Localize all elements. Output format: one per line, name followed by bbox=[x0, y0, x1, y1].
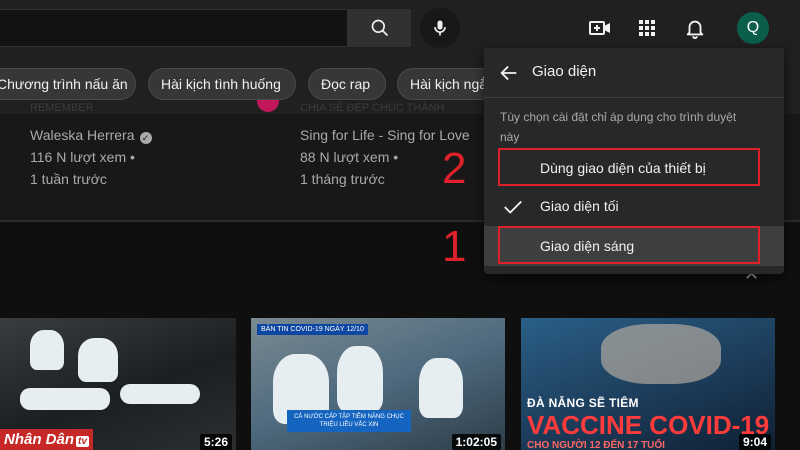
thumbnail-figure bbox=[601, 324, 721, 384]
chip-sitcoms[interactable]: Hài kịch tình huống bbox=[148, 68, 296, 100]
cut-off-title: REMEMBER bbox=[30, 102, 94, 114]
bell-icon bbox=[686, 20, 704, 39]
video-duration: 5:26 bbox=[199, 434, 232, 450]
highlight-box-step-2 bbox=[498, 148, 760, 186]
video-duration: 1:02:05 bbox=[451, 434, 501, 450]
cut-off-title: CHIA SẺ ĐẸP CHÚC THÀNH bbox=[300, 102, 445, 114]
thumbnail-figure bbox=[78, 338, 118, 382]
step-number-2: 2 bbox=[442, 144, 467, 193]
appearance-menu-header: Giao diện bbox=[484, 48, 784, 98]
highlight-box-step-1 bbox=[498, 226, 760, 264]
thumbnail-caption: ĐÀ NẴNG SẼ TIÊM bbox=[527, 396, 639, 410]
thumbnail-headline: VACCINE COVID-19 bbox=[527, 410, 770, 440]
video-meta: Waleska Herrera ✓ 116 N lượt xem • 1 tuần… bbox=[30, 124, 152, 190]
notifications-button[interactable] bbox=[683, 16, 707, 40]
option-dark-theme[interactable]: Giao diện tối bbox=[484, 186, 784, 226]
check-icon bbox=[504, 200, 522, 214]
channel-logo: Nhân Dân tv bbox=[0, 429, 93, 450]
verified-icon: ✓ bbox=[139, 132, 152, 144]
search-button[interactable] bbox=[348, 9, 411, 47]
appearance-menu-note: Tùy chọn cài đặt chỉ áp dụng cho trình d… bbox=[500, 110, 737, 144]
thumbnail-figure bbox=[30, 330, 64, 370]
news-banner: CẢ NƯỚC CẤP TẬP TIÊM NĂNG CHỤC TRIỆU LIỀ… bbox=[287, 410, 411, 432]
chip-rap[interactable]: Đọc rap bbox=[308, 68, 386, 100]
back-arrow-icon[interactable] bbox=[498, 62, 520, 84]
thumbnail-figure bbox=[20, 388, 110, 410]
search-icon bbox=[371, 19, 388, 37]
news-tag: BẢN TIN COVID-19 NGÀY 12/10 bbox=[257, 324, 368, 335]
thumbnail-figure bbox=[337, 346, 383, 412]
chip-cooking-shows[interactable]: Chương trình nấu ăn bbox=[0, 68, 136, 100]
apps-grid-icon bbox=[639, 20, 655, 36]
channel-name[interactable]: Waleska Herrera bbox=[30, 127, 135, 143]
apps-button[interactable] bbox=[635, 16, 659, 40]
create-video-button[interactable] bbox=[588, 16, 612, 40]
thumbnail-caption: CHO NGƯỜI 12 ĐẾN 17 TUỔI bbox=[527, 440, 665, 450]
video-thumbnail[interactable]: Nhân Dân tv 5:26 bbox=[0, 318, 236, 450]
video-thumbnail[interactable]: BẢN TIN COVID-19 NGÀY 12/10 CẢ NƯỚC CẤP … bbox=[251, 318, 505, 450]
step-number-1: 1 bbox=[442, 222, 467, 271]
video-duration: 9:04 bbox=[738, 434, 771, 450]
search-input[interactable] bbox=[0, 9, 348, 47]
upload-age: 1 tuần trước bbox=[30, 171, 107, 187]
view-count: 116 N lượt xem • bbox=[30, 149, 135, 165]
video-thumbnail[interactable]: ĐÀ NẴNG SẼ TIÊM VACCINE COVID-19 CHO NGƯ… bbox=[521, 318, 775, 450]
video-plus-icon bbox=[589, 21, 610, 35]
appearance-menu-title: Giao diện bbox=[532, 63, 597, 80]
avatar[interactable]: Q bbox=[737, 12, 769, 44]
microphone-icon bbox=[434, 20, 446, 36]
channel-name[interactable]: Sing for Life - Sing for Love bbox=[300, 124, 470, 146]
thumbnail-figure bbox=[120, 384, 200, 404]
thumbnail-figure bbox=[419, 358, 463, 418]
voice-search-button[interactable] bbox=[420, 8, 460, 48]
